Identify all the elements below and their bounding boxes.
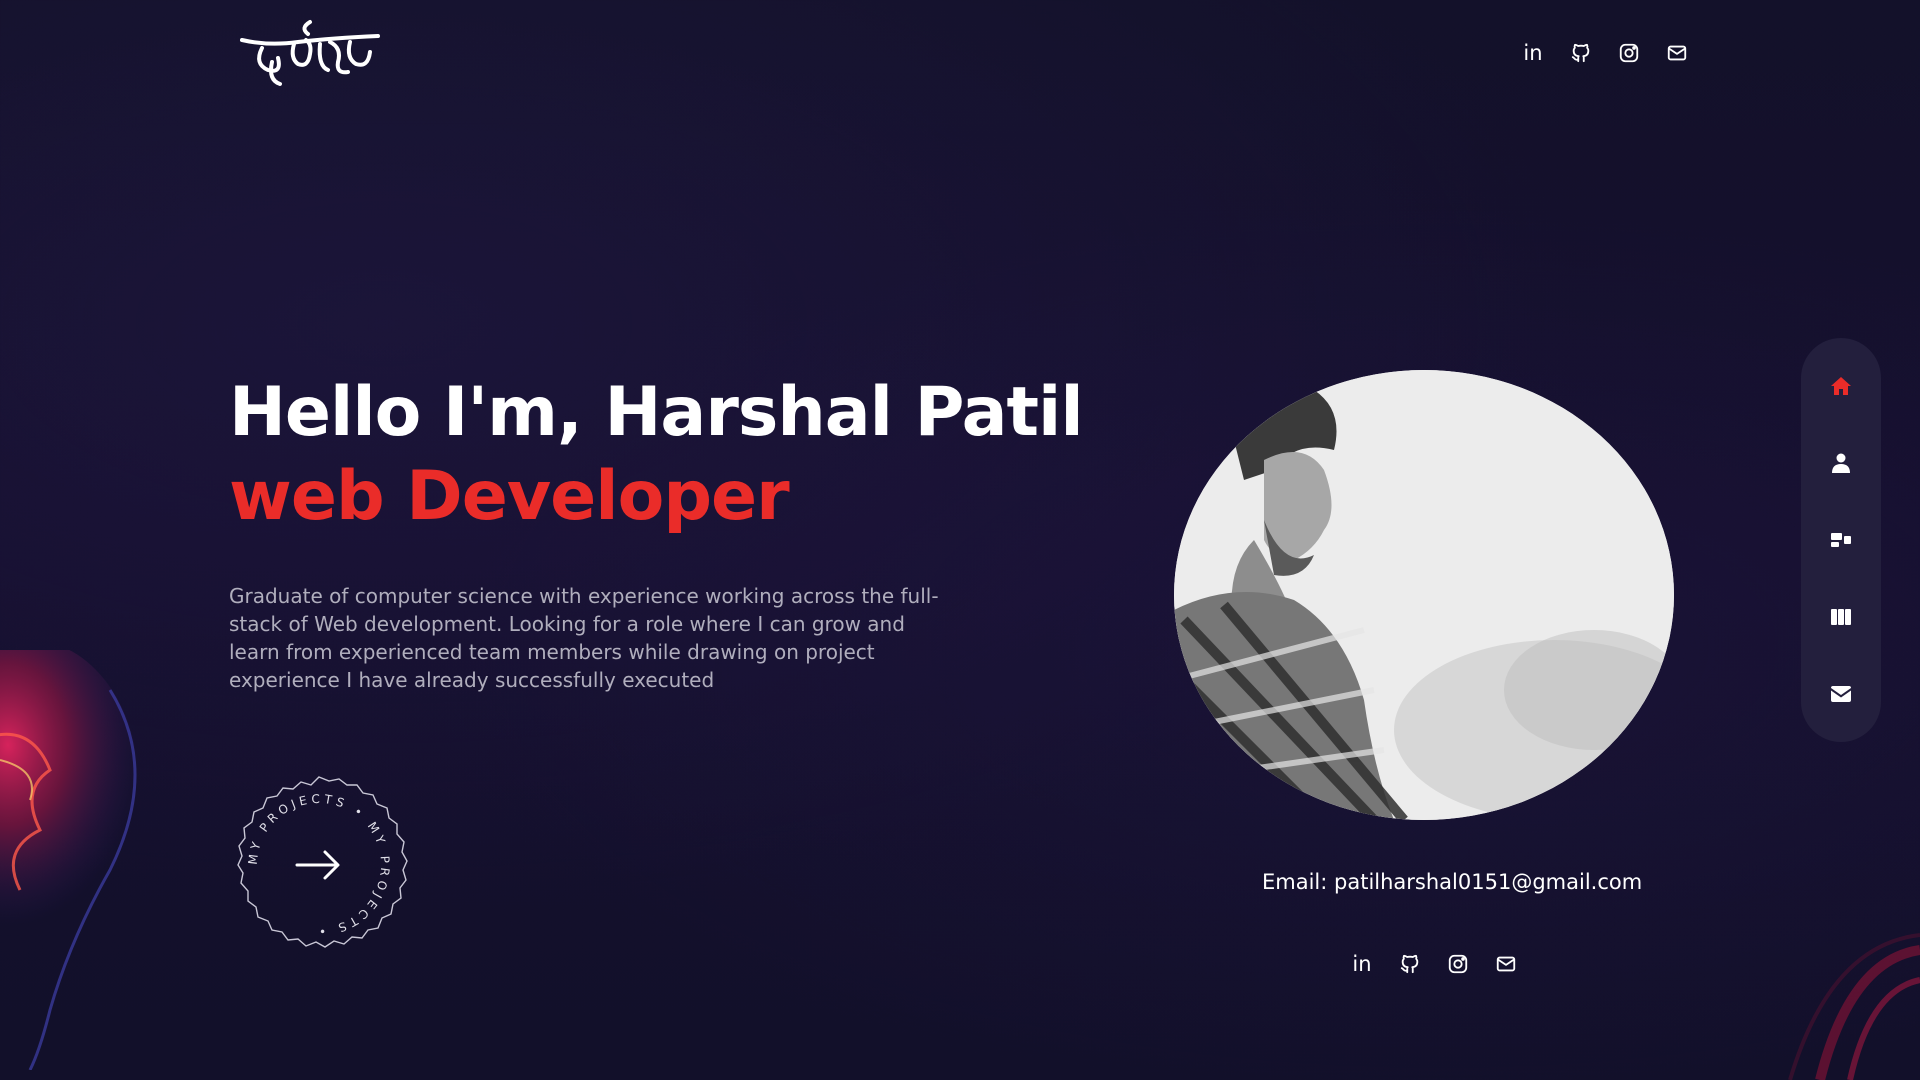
hero-role: web Developer [229, 457, 790, 536]
logo-script [240, 20, 380, 86]
mail-icon [1496, 956, 1516, 972]
envelope-icon [1831, 685, 1851, 702]
projects-icon [1831, 532, 1851, 547]
github-link[interactable] [1397, 951, 1423, 977]
linkedin-link[interactable]: in [1349, 951, 1375, 977]
header-social-links: in [1520, 40, 1690, 66]
instagram-icon [1448, 954, 1468, 974]
side-navigation [1801, 338, 1881, 742]
decorative-swirl [1760, 930, 1920, 1080]
hero-description: Graduate of computer science with experi… [229, 584, 939, 692]
mail-icon [1667, 45, 1687, 61]
instagram-link[interactable] [1445, 951, 1471, 977]
github-link[interactable] [1568, 40, 1594, 66]
nav-about[interactable] [1821, 443, 1861, 483]
user-icon [1832, 453, 1850, 474]
linkedin-icon: in [1352, 951, 1372, 976]
linkedin-link[interactable]: in [1520, 40, 1546, 66]
hero-title: Hello I'm, Harshal Patil [229, 373, 1084, 452]
mail-link[interactable] [1664, 40, 1690, 66]
linkedin-icon: in [1523, 40, 1543, 65]
footer-social-links: in [1349, 951, 1519, 977]
profile-photo [1174, 370, 1674, 820]
nav-services[interactable] [1821, 597, 1861, 637]
home-icon [1831, 377, 1851, 396]
columns-icon [1831, 608, 1851, 625]
nav-projects[interactable] [1821, 520, 1861, 560]
projects-badge-graphic: MY PROJECTS • MY PROJECTS • [237, 776, 408, 948]
decorative-bulb [0, 640, 160, 1071]
profile-photo-graphic [1174, 370, 1674, 820]
github-icon [1571, 43, 1590, 63]
my-projects-button[interactable]: MY PROJECTS • MY PROJECTS • [229, 775, 409, 955]
nav-contact[interactable] [1821, 674, 1861, 714]
github-icon [1400, 954, 1419, 974]
contact-email[interactable]: Email: patilharshal0151@gmail.com [1262, 870, 1642, 894]
nav-home[interactable] [1821, 366, 1861, 406]
site-logo[interactable] [238, 18, 383, 93]
instagram-icon [1619, 43, 1639, 63]
instagram-link[interactable] [1616, 40, 1642, 66]
mail-link[interactable] [1493, 951, 1519, 977]
